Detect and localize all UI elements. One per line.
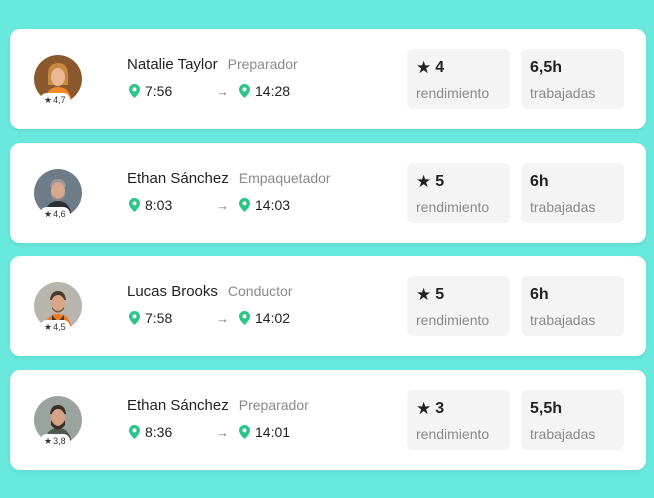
hours-stat: 6,5h trabajadas bbox=[521, 49, 624, 109]
arrow-right-icon: → bbox=[216, 198, 229, 213]
start-time-value: 8:36 bbox=[145, 424, 173, 440]
star-icon: ★ bbox=[416, 172, 432, 191]
performance-label: rendimiento bbox=[416, 426, 490, 442]
arrow-right-icon: → bbox=[216, 84, 229, 99]
avatar-rating-badge: ★ 4,6 bbox=[40, 207, 70, 221]
star-icon: ★ bbox=[44, 208, 53, 219]
worker-name: Lucas Brooks bbox=[127, 283, 218, 300]
performance-label: rendimiento bbox=[416, 199, 490, 215]
performance-stat: ★ 3 rendimiento bbox=[407, 390, 510, 450]
map-pin-icon bbox=[129, 84, 140, 98]
map-pin-icon bbox=[129, 198, 140, 212]
end-time: 14:01 bbox=[239, 424, 290, 440]
start-time: 7:58 bbox=[129, 310, 172, 326]
shift-times: 7:58 → 14:02 bbox=[129, 310, 299, 330]
shift-times: 7:56 → 14:28 bbox=[129, 83, 299, 103]
performance-value: 4 bbox=[435, 59, 445, 76]
map-pin-icon bbox=[129, 311, 140, 325]
worker-name-row: Natalie Taylor Preparador bbox=[127, 56, 298, 73]
worker-role: Empaquetador bbox=[238, 170, 331, 186]
performance-label: rendimiento bbox=[416, 312, 490, 328]
worker-name: Ethan Sánchez bbox=[127, 397, 229, 414]
hours-stat: 6h trabajadas bbox=[521, 163, 624, 223]
map-pin-icon bbox=[239, 198, 250, 212]
worker-card[interactable]: ★ 4,6 Ethan Sánchez Empaquetador 8:03 → 1… bbox=[10, 143, 646, 243]
start-time: 8:03 bbox=[129, 197, 172, 213]
end-time: 14:03 bbox=[239, 197, 290, 213]
worker-name: Natalie Taylor bbox=[127, 56, 218, 73]
hours-value: 6h bbox=[530, 286, 549, 303]
star-icon: ★ bbox=[416, 58, 432, 77]
worker-name-row: Ethan Sánchez Preparador bbox=[127, 397, 309, 414]
hours-value: 5,5h bbox=[530, 400, 563, 417]
arrow-right-icon: → bbox=[216, 425, 229, 440]
end-time: 14:28 bbox=[239, 83, 290, 99]
avatar-rating-badge: ★ 3,8 bbox=[40, 434, 70, 448]
start-time-value: 8:03 bbox=[145, 197, 173, 213]
map-pin-icon bbox=[239, 425, 250, 439]
performance-value: 3 bbox=[435, 400, 445, 417]
worker-name-row: Ethan Sánchez Empaquetador bbox=[127, 170, 331, 187]
start-time-value: 7:56 bbox=[145, 83, 173, 99]
star-icon: ★ bbox=[416, 285, 432, 304]
hours-label: trabajadas bbox=[530, 312, 596, 328]
worker-name: Ethan Sánchez bbox=[127, 170, 229, 187]
end-time-value: 14:28 bbox=[255, 83, 291, 99]
performance-stat: ★ 4 rendimiento bbox=[407, 49, 510, 109]
map-pin-icon bbox=[239, 311, 250, 325]
hours-value: 6h bbox=[530, 173, 549, 190]
start-time: 7:56 bbox=[129, 83, 172, 99]
hours-label: trabajadas bbox=[530, 426, 596, 442]
hours-label: trabajadas bbox=[530, 199, 596, 215]
map-pin-icon bbox=[239, 84, 250, 98]
avatar-rating-value: 4,7 bbox=[53, 95, 66, 105]
map-pin-icon bbox=[129, 425, 140, 439]
end-time: 14:02 bbox=[239, 310, 290, 326]
end-time-value: 14:02 bbox=[255, 310, 291, 326]
worker-card[interactable]: ★ 4,5 Lucas Brooks Conductor 7:58 → 14:02… bbox=[10, 256, 646, 356]
avatar-rating-value: 3,8 bbox=[53, 436, 66, 446]
end-time-value: 14:01 bbox=[255, 424, 291, 440]
performance-label: rendimiento bbox=[416, 85, 490, 101]
worker-role: Conductor bbox=[227, 283, 293, 299]
hours-stat: 6h trabajadas bbox=[521, 276, 624, 336]
hours-label: trabajadas bbox=[530, 85, 596, 101]
avatar-rating-value: 4,6 bbox=[53, 209, 66, 219]
hours-stat: 5,5h trabajadas bbox=[521, 390, 624, 450]
performance-value: 5 bbox=[435, 286, 445, 303]
start-time-value: 7:58 bbox=[145, 310, 173, 326]
star-icon: ★ bbox=[44, 435, 53, 446]
star-icon: ★ bbox=[416, 399, 432, 418]
star-icon: ★ bbox=[44, 321, 53, 332]
hours-value: 6,5h bbox=[530, 59, 563, 76]
avatar-rating-badge: ★ 4,7 bbox=[40, 93, 70, 107]
worker-name-row: Lucas Brooks Conductor bbox=[127, 283, 292, 300]
worker-role: Preparador bbox=[238, 397, 309, 413]
star-icon: ★ bbox=[44, 94, 53, 105]
shift-times: 8:36 → 14:01 bbox=[129, 424, 299, 444]
performance-value: 5 bbox=[435, 173, 445, 190]
avatar-rating-value: 4,5 bbox=[53, 322, 66, 332]
avatar-rating-badge: ★ 4,5 bbox=[40, 320, 70, 334]
start-time: 8:36 bbox=[129, 424, 172, 440]
arrow-right-icon: → bbox=[216, 311, 229, 326]
worker-card[interactable]: ★ 4,7 Natalie Taylor Preparador 7:56 → 14… bbox=[10, 29, 646, 129]
shift-times: 8:03 → 14:03 bbox=[129, 197, 299, 217]
worker-card[interactable]: ★ 3,8 Ethan Sánchez Preparador 8:36 → 14:… bbox=[10, 370, 646, 470]
performance-stat: ★ 5 rendimiento bbox=[407, 163, 510, 223]
end-time-value: 14:03 bbox=[255, 197, 291, 213]
worker-role: Preparador bbox=[227, 56, 298, 72]
performance-stat: ★ 5 rendimiento bbox=[407, 276, 510, 336]
